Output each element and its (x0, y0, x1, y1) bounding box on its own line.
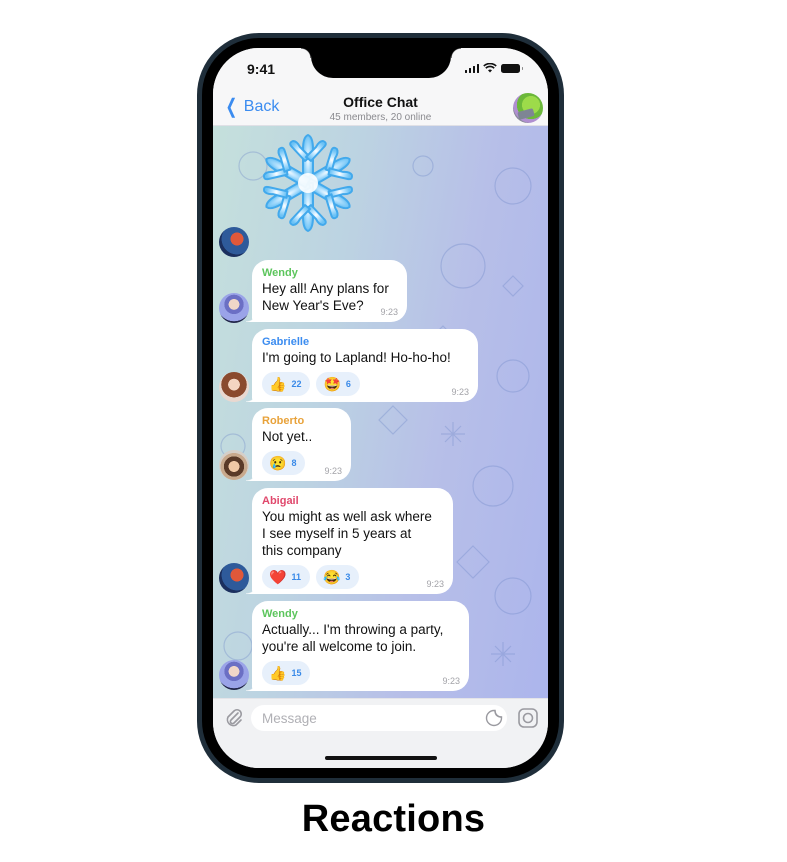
star-struck-icon: 🤩 (323, 376, 341, 392)
message-time: 9:23 (426, 579, 444, 589)
message-line: Hey all! Any plans for (262, 281, 389, 296)
message-time: 9:23 (380, 307, 398, 317)
message-bubble[interactable]: Wendy Hey all! Any plans for New Year's … (246, 260, 407, 322)
chat-title[interactable]: Office Chat (213, 94, 548, 110)
status-icons (464, 63, 523, 73)
home-indicator[interactable] (325, 756, 437, 760)
sender-name: Abigail (262, 495, 299, 507)
message-line: this company (262, 543, 342, 558)
avatar[interactable] (219, 372, 249, 402)
message-time: 9:23 (442, 676, 460, 686)
message-bubble[interactable]: Gabrielle I'm going to Lapland! Ho-ho-ho… (246, 329, 478, 402)
wifi-icon (483, 63, 497, 73)
avatar[interactable] (219, 660, 249, 690)
avatar[interactable] (219, 563, 249, 593)
message-line: Not yet.. (262, 429, 313, 444)
avatar[interactable] (219, 450, 249, 480)
sender-name: Wendy (262, 267, 298, 279)
sender-name: Gabrielle (262, 336, 310, 348)
message-line: you're all welcome to join. (262, 639, 417, 654)
reaction-thumbs-up[interactable]: 👍 15 (262, 661, 311, 685)
crying-face-icon: 😢 (269, 455, 287, 471)
message-bubble[interactable]: Roberto Not yet.. 😢 8 9:23 (246, 408, 351, 481)
thumbs-up-icon: 👍 (269, 665, 287, 681)
message-bubble[interactable]: Abigail You might as well ask where I se… (246, 488, 453, 594)
caption-title: Reactions (301, 798, 486, 840)
reaction-red-heart[interactable]: ❤️ 11 (262, 565, 310, 589)
reaction-count: 22 (291, 379, 302, 389)
reaction-thumbs-up[interactable]: 👍 22 (262, 372, 311, 396)
reaction-count: 15 (291, 668, 302, 678)
message-time: 9:23 (324, 466, 342, 476)
phone-bezel: 9:41 ❮ Back Office Chat 45 members, 20 o… (202, 38, 559, 778)
thumbs-up-icon: 👍 (269, 376, 287, 392)
snowflake-sticker[interactable] (253, 128, 363, 238)
message-line: I see myself in 5 years at (262, 526, 412, 541)
camera-icon[interactable] (517, 707, 539, 729)
group-avatar[interactable] (513, 93, 543, 123)
message-input[interactable] (251, 705, 507, 731)
message-line: Actually... I'm throwing a party, (262, 622, 444, 637)
reaction-star-struck[interactable]: 🤩 6 (316, 372, 360, 396)
sticker-icon[interactable] (485, 709, 503, 727)
reaction-tears-of-joy[interactable]: 😂 3 (315, 565, 360, 589)
avatar[interactable] (219, 227, 249, 257)
reactions: 👍 22 🤩 6 (262, 372, 468, 396)
reactions: 👍 15 (262, 661, 459, 685)
reaction-count: 3 (345, 572, 351, 582)
message-line: You might as well ask where (262, 509, 432, 524)
reaction-count: 11 (291, 572, 301, 582)
reaction-count: 8 (291, 458, 297, 468)
paperclip-icon[interactable] (223, 707, 245, 729)
reactions: ❤️ 11 😂 3 (262, 565, 443, 589)
cellular-signal-icon (464, 63, 479, 73)
phone-screen: 9:41 ❮ Back Office Chat 45 members, 20 o… (213, 48, 548, 768)
message-line: New Year's Eve? (262, 298, 364, 313)
sender-name: Roberto (262, 415, 305, 427)
chat-subtitle: 45 members, 20 online (329, 112, 432, 123)
composer-bar (213, 698, 548, 768)
message-line: I'm going to Lapland! Ho-ho-ho! (262, 350, 451, 365)
chat-area[interactable]: Wendy Hey all! Any plans for New Year's … (213, 126, 548, 698)
reaction-count: 6 (345, 379, 351, 389)
battery-icon (501, 63, 523, 73)
red-heart-icon: ❤️ (269, 569, 287, 585)
message-bubble[interactable]: Wendy Actually... I'm throwing a party, … (246, 601, 469, 691)
avatar[interactable] (219, 293, 249, 323)
message-time: 9:23 (451, 387, 469, 397)
phone-frame: 9:41 ❮ Back Office Chat 45 members, 20 o… (197, 33, 564, 783)
tears-of-joy-icon: 😂 (322, 569, 341, 585)
sender-name: Wendy (262, 608, 298, 620)
status-time: 9:41 (247, 61, 276, 77)
reaction-crying-face[interactable]: 😢 8 (262, 451, 306, 475)
notch (301, 48, 461, 78)
